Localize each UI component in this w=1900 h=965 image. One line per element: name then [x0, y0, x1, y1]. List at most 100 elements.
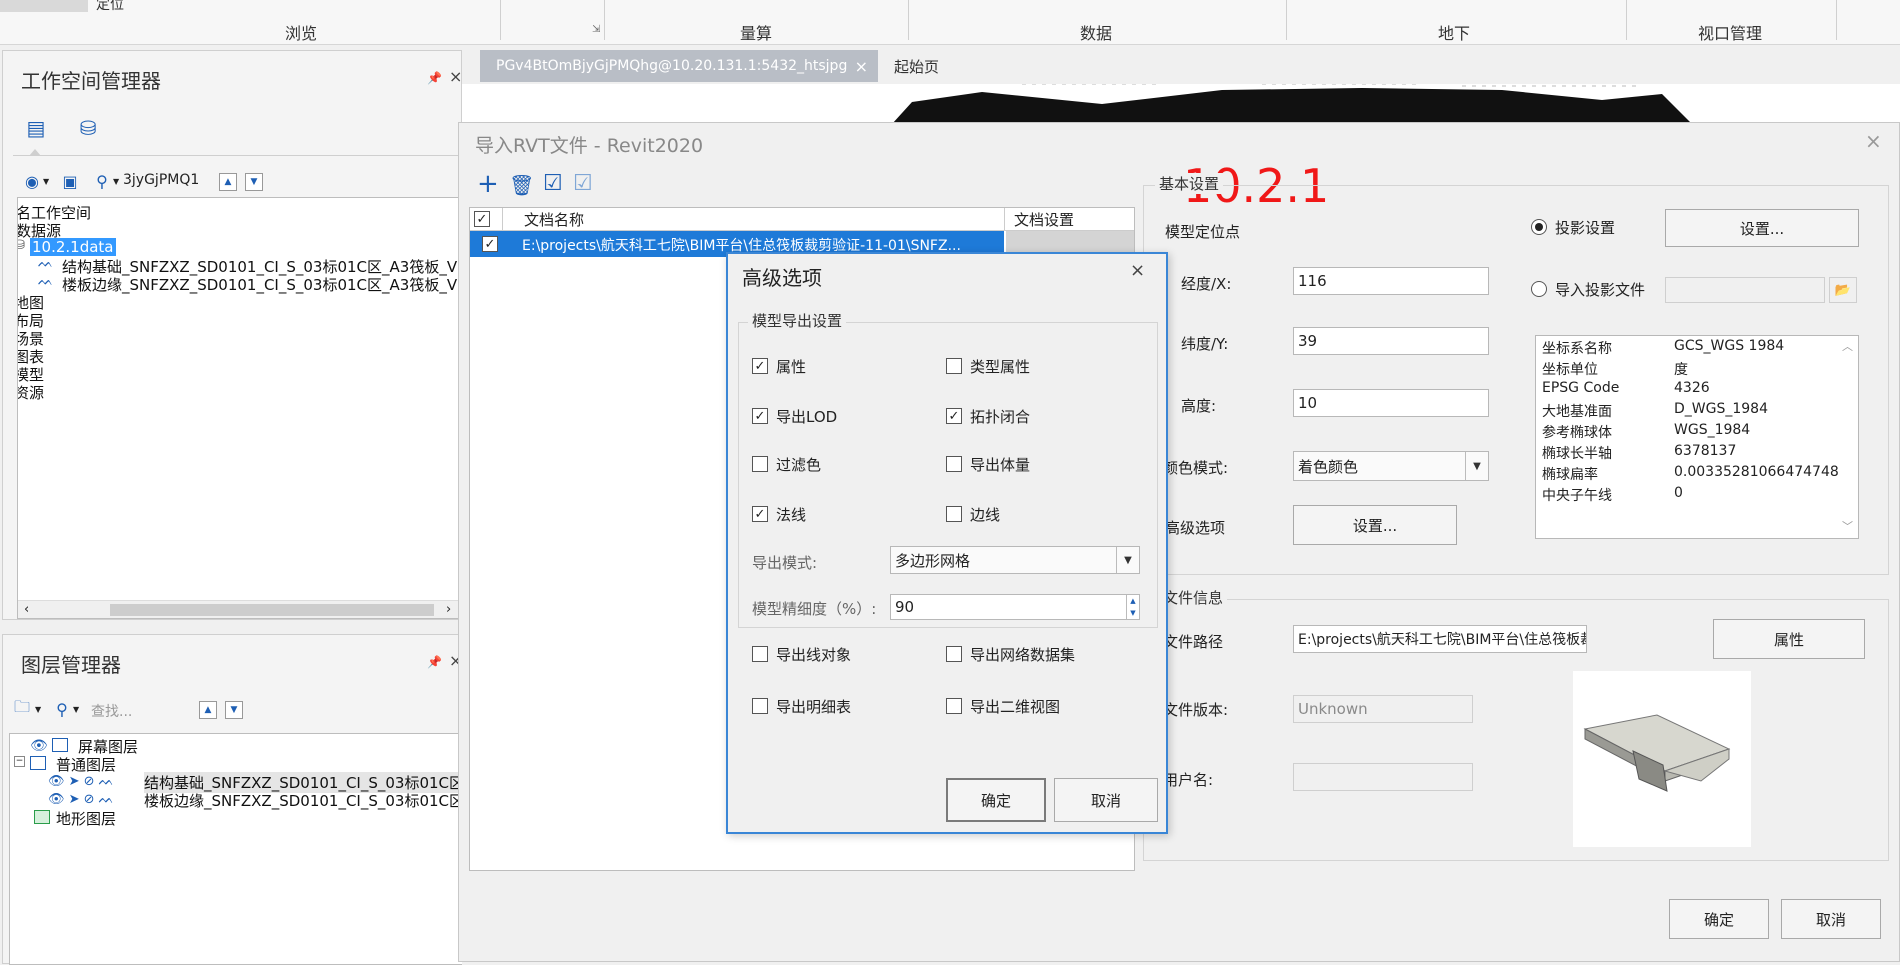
option-checkbox[interactable] — [946, 358, 962, 374]
projection-file-input[interactable] — [1665, 277, 1825, 303]
open-file-icon[interactable]: ▣ — [59, 171, 81, 191]
option-checkbox[interactable] — [946, 408, 962, 424]
collapse-icon[interactable]: − — [14, 756, 25, 767]
visibility-eye-icon[interactable]: 👁 — [30, 738, 48, 754]
view-icon[interactable]: ◉ — [21, 171, 43, 191]
chevron-down-icon[interactable]: ▼ — [35, 705, 41, 714]
tree-item-datasource-selected[interactable]: 10.2.1data — [30, 238, 116, 256]
lon-input[interactable]: 116 — [1293, 267, 1489, 295]
advanced-dialog-close-icon[interactable]: × — [1130, 260, 1145, 281]
option-checkbox[interactable] — [946, 456, 962, 472]
search-icon[interactable]: ⚲ — [51, 699, 73, 719]
search-prev-icon[interactable]: ▲ — [219, 173, 237, 191]
import-ok-button[interactable]: 确定 — [1669, 899, 1769, 939]
chevron-down-icon[interactable]: ▼ — [1465, 452, 1488, 480]
chevron-down-icon[interactable]: ▼ — [43, 177, 49, 186]
layer-search-input[interactable]: 查找... — [91, 701, 132, 721]
workspace-tree[interactable]: 名工作空间 数据源 ⛁ 10.2.1data ᨓ 结构基础_SNFZXZ_SD0… — [17, 197, 462, 619]
tab-close-icon[interactable]: × — [855, 57, 868, 76]
add-layer-icon[interactable]: 🗀 — [11, 697, 33, 719]
search-prev-icon[interactable]: ▲ — [199, 701, 217, 719]
invert-select-icon[interactable]: ☑ — [573, 171, 593, 196]
ribbon-group-browse: 浏览 — [285, 24, 318, 43]
pin-icon[interactable]: 📌 — [427, 71, 442, 85]
layer-normal-group[interactable]: 普通图层 — [56, 754, 116, 775]
tab-active[interactable]: PGv4BtOmBjyGjPMQhg@10.20.131.1:5432_htsj… — [480, 50, 878, 82]
crs-value: 0.00335281066474748 — [1674, 464, 1839, 480]
tree-item-dataset[interactable]: 楼板边缘_SNFZXZ_SD0101_CI_S_03标01C区_A3筏板_V1_… — [62, 274, 462, 295]
option-checkbox[interactable] — [752, 408, 768, 424]
layer-item[interactable]: 楼板边缘_SNFZXZ_SD0101_CI_S_03标01C区_A — [144, 790, 462, 811]
visibility-eye-icon[interactable]: 👁 ➤ ⊘ ᨓ — [48, 792, 114, 807]
scroll-up-icon[interactable]: ︿ — [1842, 338, 1853, 354]
option-checkbox[interactable] — [752, 506, 768, 522]
username-input[interactable] — [1293, 763, 1473, 791]
close-icon[interactable]: × — [449, 67, 462, 86]
crs-value: GCS_WGS 1984 — [1674, 338, 1785, 354]
export-mode-label: 导出模式: — [752, 554, 818, 572]
properties-button[interactable]: 属性 — [1713, 619, 1865, 659]
search-next-icon[interactable]: ▼ — [245, 173, 263, 191]
database-icon[interactable]: ⛁ — [73, 115, 103, 141]
scroll-down-icon[interactable]: ﹀ — [1842, 518, 1853, 534]
option-label: 类型属性 — [970, 358, 1031, 376]
horizontal-scrollbar[interactable]: ‹ › — [18, 600, 462, 618]
precision-spinner[interactable]: 90 ▲ ▼ — [890, 594, 1140, 620]
visibility-eye-icon[interactable]: 👁 ➤ ⊘ ᨓ — [48, 774, 114, 789]
layer-terrain[interactable]: 地形图层 — [56, 808, 116, 829]
column-doc-settings[interactable]: 文档设置 — [1014, 209, 1074, 230]
search-icon[interactable]: ⚲ — [91, 171, 113, 191]
import-cancel-button[interactable]: 取消 — [1781, 899, 1881, 939]
advanced-cancel-button[interactable]: 取消 — [1054, 778, 1158, 822]
add-icon[interactable]: + — [477, 171, 499, 197]
chevron-down-icon[interactable]: ▼ — [73, 705, 79, 714]
height-input[interactable]: 10 — [1293, 389, 1489, 417]
option-checkbox[interactable] — [752, 646, 768, 662]
option-label: 边线 — [970, 506, 1001, 524]
color-mode-value: 着色颜色 — [1298, 457, 1359, 476]
projection-settings-button[interactable]: 设置... — [1665, 209, 1859, 247]
scrollbar-thumb[interactable] — [110, 604, 434, 616]
chevron-down-icon[interactable]: ▼ — [1116, 547, 1139, 573]
header-checkbox[interactable] — [474, 211, 490, 227]
spinner-arrows-icon[interactable]: ▲ ▼ — [1126, 595, 1139, 619]
option-checkbox[interactable] — [752, 358, 768, 374]
model-dataset-icon: ᨓ — [38, 274, 54, 289]
scene-viewport[interactable] — [462, 84, 1900, 124]
pin-icon[interactable]: 📌 — [427, 655, 442, 669]
color-mode-select[interactable]: 着色颜色 ▼ — [1293, 451, 1489, 481]
select-all-icon[interactable]: ☑ — [543, 171, 563, 196]
scroll-right-icon[interactable]: › — [446, 602, 451, 617]
projection-setting-radio[interactable] — [1531, 219, 1547, 235]
dialog-launcher-icon[interactable]: ⇲ — [592, 24, 600, 35]
layer-tree[interactable]: 👁 屏幕图层 − 普通图层 👁 ➤ ⊘ ᨓ 结构基础_SNFZXZ_SD0101… — [9, 733, 462, 965]
option-checkbox[interactable] — [946, 506, 962, 522]
browse-folder-icon[interactable]: 📂 — [1829, 277, 1857, 303]
delete-icon[interactable]: 🗑 — [509, 173, 534, 197]
row-checkbox[interactable] — [482, 236, 498, 252]
column-doc-name[interactable]: 文档名称 — [524, 209, 584, 230]
scroll-left-icon[interactable]: ‹ — [24, 602, 29, 617]
file-path-input[interactable]: E:\projects\航天科工七院\BIM平台\住总筏板裁剪验证-11 — [1293, 625, 1587, 653]
ribbon-partial-button[interactable] — [0, 0, 88, 12]
ribbon-partial-text[interactable]: 定位 — [96, 0, 124, 14]
workspace-search-input[interactable]: 3jyGjPMQ1 — [123, 172, 213, 192]
option-checkbox[interactable] — [946, 646, 962, 662]
export-mode-select[interactable]: 多边形网格 ▼ — [890, 546, 1140, 574]
workspace-tree-icon[interactable]: ▤ — [21, 115, 51, 141]
export-mode-value: 多边形网格 — [895, 551, 971, 570]
import-dialog-close-icon[interactable]: × — [1865, 129, 1882, 153]
precision-label: 模型精细度（%）: — [752, 600, 877, 618]
import-projection-file-radio[interactable] — [1531, 281, 1547, 297]
advanced-ok-button[interactable]: 确定 — [946, 778, 1046, 822]
option-checkbox[interactable] — [752, 698, 768, 714]
tab-start-page[interactable]: 起始页 — [894, 56, 939, 77]
tree-item-resources[interactable]: 资源 — [18, 382, 44, 403]
chevron-down-icon[interactable]: ▼ — [113, 177, 119, 186]
advanced-settings-button[interactable]: 设置... — [1293, 505, 1457, 545]
option-checkbox[interactable] — [946, 698, 962, 714]
search-next-icon[interactable]: ▼ — [225, 701, 243, 719]
file-version-input[interactable]: Unknown — [1293, 695, 1473, 723]
option-checkbox[interactable] — [752, 456, 768, 472]
lat-input[interactable]: 39 — [1293, 327, 1489, 355]
